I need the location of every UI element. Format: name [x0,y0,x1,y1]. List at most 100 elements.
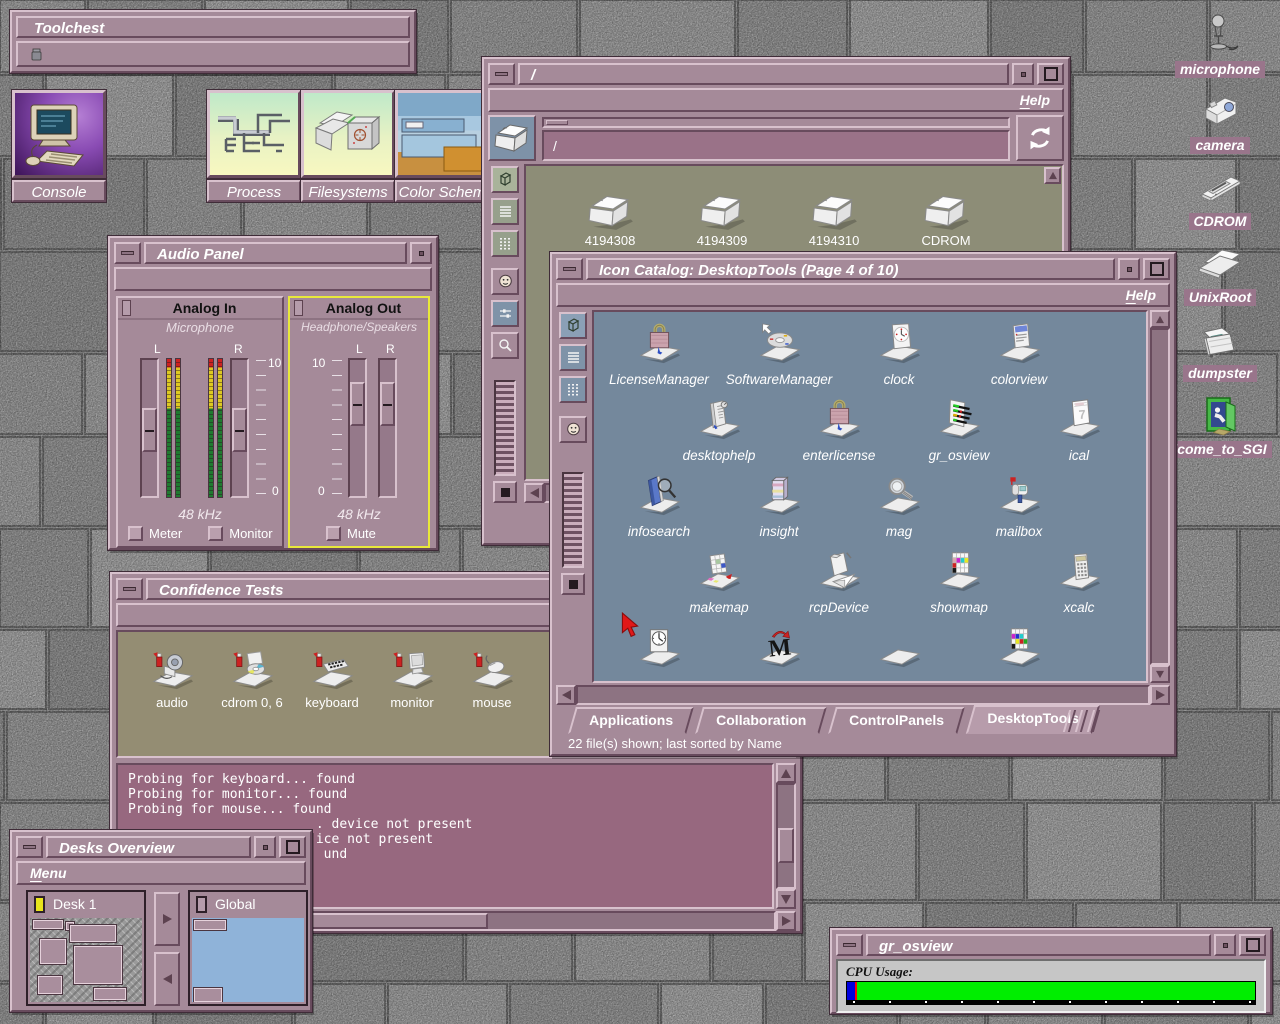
home-scroll-button[interactable] [493,481,517,503]
search-button[interactable] [491,332,519,359]
catalog-icon[interactable]: ical [1021,396,1137,463]
minimize-button[interactable] [488,63,515,85]
device-test-item[interactable]: mouse [452,646,532,758]
scroll-up-button[interactable] [1150,310,1170,328]
scroll-right-button[interactable] [776,911,796,931]
restore-button[interactable] [254,836,276,858]
checkbox[interactable] [128,526,143,541]
desktop-icon[interactable]: microphone [1164,2,1276,78]
catalog-icon[interactable]: showmap [901,548,1017,615]
path-strip[interactable] [542,117,1010,128]
current-folder-button[interactable] [488,115,536,161]
desktop-shortcut[interactable]: Console [12,90,106,202]
vertical-scrollbar[interactable] [1150,310,1170,683]
restore-button[interactable] [410,242,432,264]
path-field[interactable]: / [542,130,1010,161]
desk-thumbnail-global[interactable]: Global [188,890,308,1006]
window-title[interactable]: / [518,63,1009,85]
scroll-thumbwheel[interactable] [494,380,516,476]
scroll-thumbwheel[interactable] [562,472,584,568]
catalog-icon[interactable]: colorview [961,320,1077,387]
toolchest-jar-icon[interactable] [28,46,45,63]
scroll-left-button[interactable] [556,685,576,705]
menu-item-help[interactable]: Help [1126,287,1156,303]
window-title[interactable]: gr_osview [866,934,1211,956]
output-gain-slider-right[interactable] [378,358,397,498]
toolchest-title[interactable]: Toolchest [16,16,410,38]
window-title[interactable]: Icon Catalog: DesktopTools (Page 4 of 10… [586,258,1115,280]
catalog-icon[interactable]: mag [841,472,957,539]
catalog-tab[interactable]: Collaboration [695,707,827,734]
filter-button[interactable] [491,300,519,327]
catalog-icon[interactable] [841,624,957,676]
panel-grip[interactable] [122,300,131,316]
desktop-shortcut[interactable]: Filesystems [301,90,395,202]
catalog-icon[interactable]: insight [721,472,837,539]
catalog-icon[interactable]: infosearch [601,472,717,539]
catalog-icon[interactable]: makemap [661,548,777,615]
minimize-button[interactable] [16,836,43,858]
maximize-button[interactable] [279,836,306,858]
desktop-shortcut[interactable]: Process [207,90,301,202]
minimize-button[interactable] [116,578,143,600]
checkbox[interactable] [326,526,341,541]
window-title[interactable]: Audio Panel [144,242,407,264]
desktop-icon[interactable]: UnixRoot [1164,230,1276,306]
menu-item-help[interactable]: Help [1020,92,1050,108]
device-test-item[interactable]: keyboard [292,646,372,758]
minimize-button[interactable] [556,258,583,280]
catalog-icon[interactable]: SoftwareManager [721,320,837,387]
move-window-right-button[interactable] [154,892,180,946]
catalog-icon[interactable]: mailbox [961,472,1077,539]
input-gain-slider-left[interactable] [140,358,159,498]
small-icon-view-button[interactable] [559,376,587,403]
desktop-icon[interactable]: camera [1164,78,1276,154]
minimize-button[interactable] [114,242,141,264]
desktop-shortcut[interactable]: Color Schem [395,90,489,202]
menu-item[interactable]: Menu [30,865,67,881]
catalog-icon[interactable] [721,624,837,676]
scroll-down-button[interactable] [1150,665,1170,683]
vertical-scrollbar[interactable] [776,763,796,909]
move-window-left-button[interactable] [154,952,180,1006]
catalog-icon[interactable]: rcpDevice [781,548,897,615]
icon-view-button[interactable] [559,312,587,339]
catalog-icon[interactable] [961,624,1077,676]
restore-button[interactable] [1118,258,1140,280]
catalog-icon[interactable]: xcalc [1021,548,1137,615]
catalog-icon[interactable]: LicenseManager [601,320,717,387]
people-view-button[interactable] [559,416,587,443]
small-icon-view-button[interactable] [491,230,519,257]
catalog-icon[interactable]: desktophelp [661,396,777,463]
home-scroll-button[interactable] [561,573,585,595]
catalog-tab[interactable]: Applications [568,707,694,734]
catalog-tab[interactable]: ControlPanels [828,707,965,734]
device-test-item[interactable]: cdrom 0, 6 [212,646,292,758]
scroll-up-button[interactable] [776,763,796,783]
folder-item[interactable]: 4194309 [666,188,778,248]
folder-item[interactable]: 4194308 [554,188,666,248]
maximize-button[interactable] [1037,63,1064,85]
scroll-left-button[interactable] [524,483,544,503]
icon-view-button[interactable] [491,166,519,193]
catalog-icon[interactable]: gr_osview [901,396,1017,463]
active-desk-indicator[interactable] [34,896,45,913]
scroll-thumb[interactable] [778,828,794,863]
catalog-icon[interactable] [601,624,717,676]
window-title[interactable]: Desks Overview [46,836,251,858]
scroll-up-button[interactable] [1044,167,1061,184]
recycle-button[interactable] [1016,115,1064,161]
restore-button[interactable] [1214,934,1236,956]
folder-item[interactable]: CDROM [890,188,1002,248]
desktop-icon[interactable]: lcome_to_SGI [1164,382,1276,458]
device-test-item[interactable]: audio [132,646,212,758]
input-gain-slider-right[interactable] [230,358,249,498]
maximize-button[interactable] [1143,258,1170,280]
desk-indicator[interactable] [196,896,207,913]
scroll-down-button[interactable] [776,889,796,909]
catalog-icon[interactable]: clock [841,320,957,387]
desk-thumbnail-desk1[interactable]: Desk 1 [26,890,146,1006]
list-view-button[interactable] [491,198,519,225]
folder-item[interactable]: 4194310 [778,188,890,248]
minimize-button[interactable] [836,934,863,956]
